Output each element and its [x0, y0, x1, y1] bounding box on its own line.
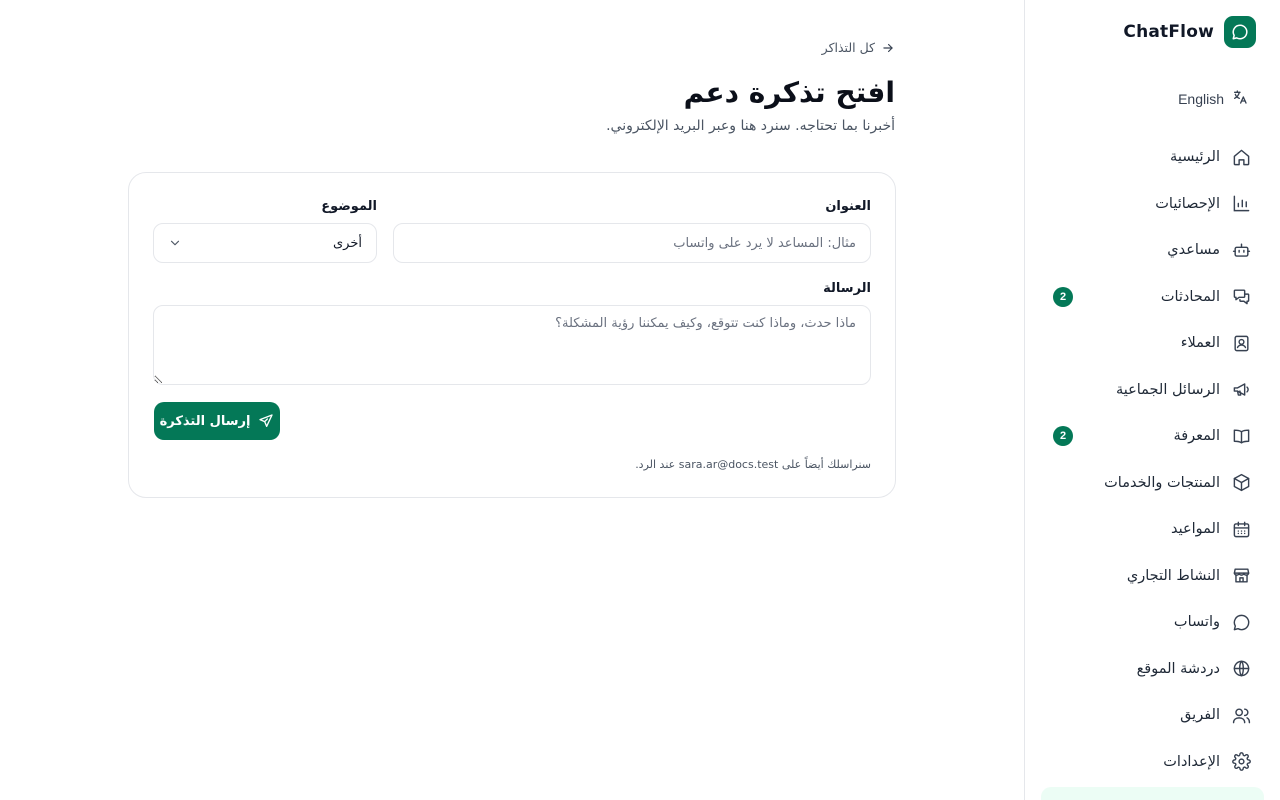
- megaphone-icon: [1230, 379, 1252, 401]
- conversations-icon: [1230, 286, 1252, 308]
- sidebar-item-label: الإعدادات: [1163, 753, 1220, 770]
- knowledge-count-badge: 2: [1053, 426, 1073, 447]
- sidebar-item-label: المواعيد: [1171, 521, 1220, 538]
- back-link-label: كل التذاكر: [821, 40, 875, 55]
- translate-icon: [1232, 89, 1248, 109]
- sidebar-item-label: واتساب: [1173, 614, 1220, 631]
- calendar-icon: [1230, 518, 1252, 540]
- sidebar: ChatFlow English الرئيسية الإحصائيات مسا…: [1024, 0, 1280, 800]
- book-icon: [1230, 425, 1252, 447]
- sidebar-item-customers[interactable]: العملاء: [1025, 320, 1280, 367]
- sidebar-item-label: المعرفة: [1173, 428, 1220, 445]
- sidebar-item-label: المحادثات: [1160, 288, 1220, 305]
- sidebar-item-label: الرئيسية: [1170, 149, 1220, 166]
- sidebar-item-label: النشاط التجاري: [1126, 567, 1220, 584]
- topic-select-value: أخرى: [333, 235, 362, 251]
- page-title: افتح تذكرة دعم: [683, 76, 895, 109]
- sidebar-item-products[interactable]: المنتجات والخدمات: [1025, 460, 1280, 507]
- box-icon: [1230, 472, 1252, 494]
- sidebar-item-label: دردشة الموقع: [1136, 660, 1220, 677]
- users-icon: [1230, 704, 1252, 726]
- arrow-right-icon: [883, 43, 893, 52]
- brand-name: ChatFlow: [1123, 22, 1214, 42]
- message-field-label: الرسالة: [823, 281, 871, 296]
- sidebar-item-my-assistant[interactable]: مساعدي: [1025, 227, 1280, 274]
- sidebar-item-knowledge[interactable]: المعرفة 2: [1025, 413, 1280, 460]
- sidebar-item-business[interactable]: النشاط التجاري: [1025, 553, 1280, 600]
- store-icon: [1230, 565, 1252, 587]
- topic-field-label: الموضوع: [321, 199, 377, 214]
- sidebar-item-label: الرسائل الجماعية: [1115, 381, 1220, 398]
- unread-count-badge: 2: [1053, 286, 1073, 307]
- brand[interactable]: ChatFlow: [1049, 16, 1256, 48]
- sidebar-item-label: الإحصائيات: [1155, 195, 1220, 212]
- page-subtitle: أخبرنا بما تحتاجه. سنرد هنا وعبر البريد …: [606, 118, 895, 134]
- back-to-tickets-link[interactable]: كل التذاكر: [822, 40, 895, 55]
- title-input[interactable]: [393, 223, 871, 263]
- home-icon: [1230, 146, 1252, 168]
- contact-card-icon: [1230, 332, 1252, 354]
- ticket-form-card: العنوان الموضوع أخرى الرسالة إرسال التذك…: [128, 172, 896, 498]
- sidebar-item-conversations[interactable]: المحادثات 2: [1025, 274, 1280, 321]
- sidebar-item-broadcasts[interactable]: الرسائل الجماعية: [1025, 367, 1280, 414]
- submit-button-label: إرسال التذكرة: [159, 413, 251, 429]
- sidebar-item-home[interactable]: الرئيسية: [1025, 134, 1280, 181]
- language-switcher[interactable]: English: [1178, 86, 1248, 112]
- globe-icon: [1230, 658, 1252, 680]
- language-label: English: [1178, 91, 1224, 107]
- bar-chart-icon: [1230, 193, 1252, 215]
- chevron-down-icon: [170, 240, 180, 246]
- sidebar-item-label: الفريق: [1180, 707, 1220, 724]
- sidebar-item-appointments[interactable]: المواعيد: [1025, 506, 1280, 553]
- submit-ticket-button[interactable]: إرسال التذكرة: [154, 402, 280, 440]
- sidebar-item-settings[interactable]: الإعدادات: [1025, 739, 1280, 786]
- send-icon: [259, 414, 274, 427]
- sidebar-item-statistics[interactable]: الإحصائيات: [1025, 181, 1280, 228]
- gear-icon: [1230, 751, 1252, 773]
- sidebar-item-label: مساعدي: [1167, 242, 1220, 259]
- title-field-label: العنوان: [825, 199, 871, 214]
- sidebar-item-support-highlight[interactable]: [1041, 787, 1264, 800]
- topic-select[interactable]: أخرى: [153, 223, 377, 263]
- email-notice: سنراسلك أيضاً على sara.ar@docs.test عند …: [635, 458, 871, 471]
- sidebar-item-web-chat[interactable]: دردشة الموقع: [1025, 646, 1280, 693]
- bot-icon: [1230, 239, 1252, 261]
- chat-bubble-icon: [1224, 16, 1256, 48]
- main-content: كل التذاكر افتح تذكرة دعم أخبرنا بما تحت…: [0, 0, 1024, 800]
- sidebar-item-whatsapp[interactable]: واتساب: [1025, 599, 1280, 646]
- sidebar-item-team[interactable]: الفريق: [1025, 692, 1280, 739]
- message-textarea[interactable]: [153, 305, 871, 385]
- sidebar-nav: الرئيسية الإحصائيات مساعدي المحادثات 2 ا…: [1025, 134, 1280, 785]
- whatsapp-icon: [1230, 611, 1252, 633]
- sidebar-item-label: العملاء: [1180, 335, 1220, 352]
- sidebar-item-label: المنتجات والخدمات: [1104, 474, 1220, 491]
